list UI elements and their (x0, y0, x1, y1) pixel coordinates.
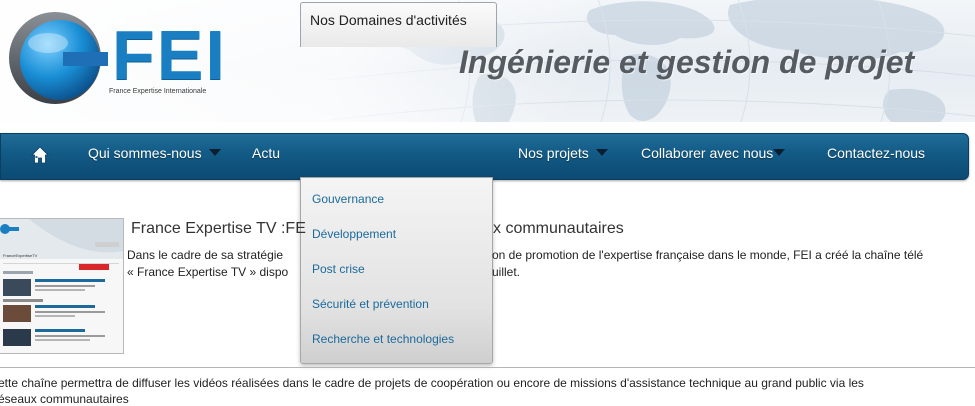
article-line-2-right: uillet. (492, 265, 521, 279)
article-title-right: x communautaires (493, 220, 624, 237)
content-divider (0, 367, 975, 368)
article-intro-line-1: Dans le cadre de sa stratégie on de prom… (127, 248, 923, 262)
article-title[interactable]: France Expertise TV :FE x communautaires (131, 220, 624, 238)
dropdown-item-gouvernance[interactable]: Gouvernance (312, 192, 384, 206)
article-title-left: France Expertise TV :FE (131, 220, 306, 237)
article-line-1-right: on de promotion de l'expertise française… (492, 248, 924, 262)
article-line-1-left: Dans le cadre de sa stratégie (127, 248, 284, 262)
nav-item-nos-domaines-active[interactable]: Nos Domaines d'activités (300, 2, 497, 47)
site-tagline: Ingénierie et gestion de projet (459, 44, 915, 80)
youtube-channel-screenshot (0, 219, 123, 353)
nav-label: Nos projets (518, 145, 589, 161)
fei-logo[interactable]: FEI France Expertise Internationale (8, 8, 238, 110)
dropdown-item-developpement[interactable]: Développement (312, 227, 396, 241)
nav-label: Nos Domaines d'activités (310, 12, 467, 28)
thumbnail-channel-label: FranceExpertiseTV (3, 253, 38, 258)
dropdown-item-post-crise[interactable]: Post crise (312, 262, 365, 276)
nav-label: Actu (252, 145, 281, 161)
nav-item-collaborer-avec-nous[interactable]: Collaborer avec nous (641, 134, 786, 179)
domaines-dropdown-menu: Gouvernance Développement Post crise Séc… (300, 177, 493, 364)
caret-down-icon (595, 148, 608, 156)
nav-label: Qui sommes-nous (88, 145, 202, 161)
nav-label: Contactez-nous (827, 145, 926, 161)
article-intro-line-2: « France Expertise TV » dispo uillet. (127, 265, 520, 279)
nav-item-nos-projets[interactable]: Nos projets (518, 134, 608, 179)
globe-logo-icon (9, 12, 108, 104)
logo-caption: France Expertise Internationale (109, 88, 207, 95)
nav-item-qui-sommes-nous[interactable]: Qui sommes-nous (88, 134, 221, 179)
article-body-line-1: ette chaîne permettra de diffuser les vi… (0, 376, 864, 390)
main-navbar: Qui sommes-nous Actu Nos projets Collabo… (0, 133, 969, 180)
home-icon[interactable] (31, 146, 49, 164)
article-thumbnail[interactable]: FranceExpertiseTV (0, 218, 124, 354)
article-line-2-left: « France Expertise TV » dispo (127, 265, 289, 279)
caret-down-icon (208, 148, 221, 156)
caret-down-icon (773, 148, 786, 156)
article-body-line-2: éseaux communautaires (0, 392, 129, 406)
dropdown-item-securite-prevention[interactable]: Sécurité et prévention (312, 297, 429, 311)
nav-item-contactez-nous[interactable]: Contactez-nous (827, 134, 925, 179)
nav-item-actu[interactable]: Actu (252, 134, 280, 179)
dropdown-item-recherche-technologies[interactable]: Recherche et technologies (312, 332, 454, 346)
nav-label: Collaborer avec nous (641, 145, 774, 161)
logo-wordmark: FEI (112, 16, 227, 94)
